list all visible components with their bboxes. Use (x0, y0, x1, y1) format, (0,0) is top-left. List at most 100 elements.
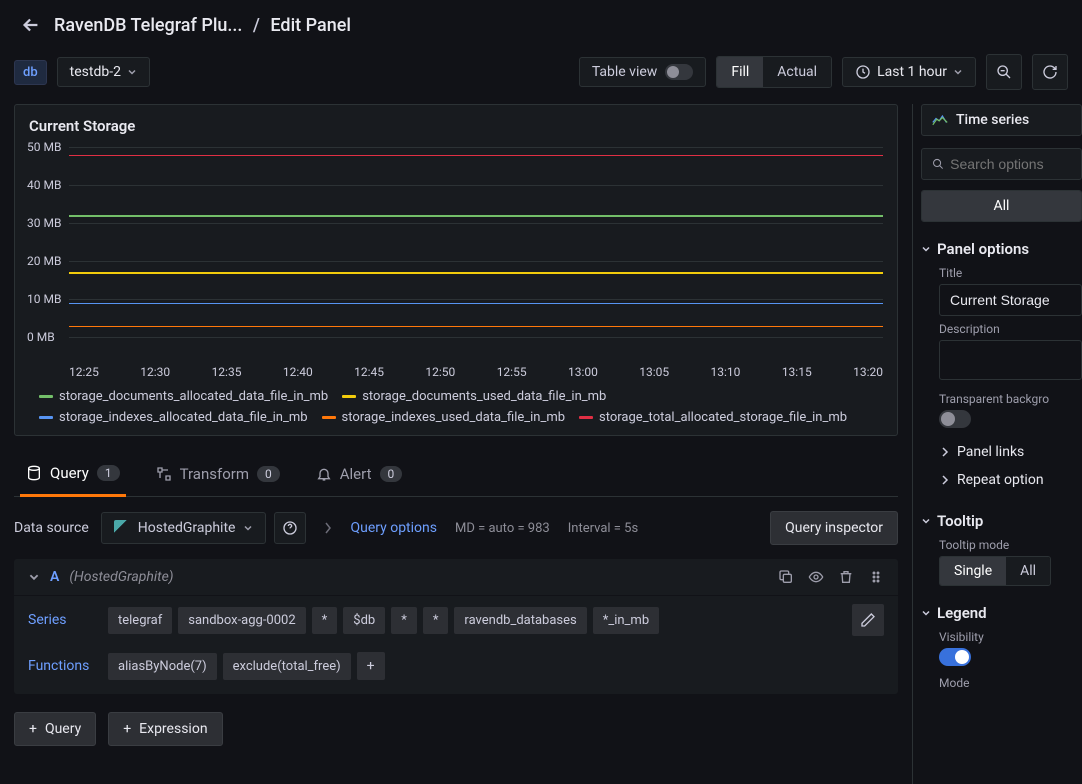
chevron-right-icon (941, 475, 949, 485)
mode-label: Mode (939, 676, 1082, 690)
x-tick-label: 12:30 (140, 365, 170, 379)
clock-icon (855, 64, 871, 80)
function-segment[interactable]: exclude(total_free) (223, 653, 351, 680)
refresh-button[interactable] (1032, 54, 1068, 90)
time-range-picker[interactable]: Last 1 hour (842, 57, 976, 87)
title-label: Title (939, 266, 1082, 280)
legend-swatch (322, 416, 336, 419)
series-segment[interactable]: * (312, 607, 338, 634)
query-letter[interactable]: A (50, 569, 59, 585)
y-tick-label: 50 MB (27, 140, 61, 154)
datasource-help-button[interactable] (274, 512, 306, 544)
search-options-input[interactable] (921, 148, 1082, 180)
legend-visibility-toggle[interactable] (939, 648, 971, 666)
repeat-options-row[interactable]: Repeat option (921, 466, 1082, 494)
y-tick-label: 10 MB (27, 292, 61, 306)
series-line (69, 272, 883, 274)
x-tick-label: 12:25 (69, 365, 99, 379)
raw-query-toggle[interactable] (852, 604, 884, 636)
legend-swatch (579, 416, 593, 419)
chevron-down-icon (921, 516, 931, 526)
trash-icon[interactable] (838, 569, 854, 585)
section-panel-options[interactable]: Panel options (921, 240, 1082, 258)
database-icon (26, 465, 42, 481)
add-expression-button[interactable]: +Expression (108, 712, 222, 746)
tab-transform[interactable]: Transform 0 (150, 454, 286, 496)
db-variable-badge[interactable]: db (14, 60, 47, 85)
series-segment[interactable]: * (391, 607, 417, 634)
tab-query[interactable]: Query 1 (20, 454, 126, 497)
series-segment[interactable]: sandbox-agg-0002 (178, 607, 305, 634)
query-tabs: Query 1 Transform 0 Alert 0 (14, 436, 898, 497)
eye-icon[interactable] (808, 569, 824, 585)
series-segment[interactable]: $db (343, 607, 385, 634)
breadcrumb: RavenDB Telegraf Plu... / Edit Panel (54, 15, 351, 36)
chevron-down-icon[interactable] (28, 571, 40, 583)
x-tick-label: 13:05 (639, 365, 669, 379)
add-query-button[interactable]: +Query (14, 712, 96, 746)
series-segment[interactable]: *_in_mb (593, 607, 659, 634)
chevron-down-icon (921, 608, 931, 618)
graphite-logo-icon (114, 520, 130, 536)
panel-links-row[interactable]: Panel links (921, 438, 1082, 466)
back-arrow-icon[interactable] (20, 14, 42, 36)
query-ds-hint: (HostedGraphite) (69, 569, 173, 585)
chart-legend: storage_documents_allocated_data_file_in… (39, 389, 883, 425)
query-block-a: A (HostedGraphite) Series telegrafsandbo… (14, 559, 898, 694)
legend-item[interactable]: storage_documents_used_data_file_in_mb (342, 389, 606, 404)
legend-swatch (39, 416, 53, 419)
legend-item[interactable]: storage_indexes_allocated_data_file_in_m… (39, 410, 308, 425)
filter-all-tab[interactable]: All (922, 191, 1081, 221)
chevron-down-icon (127, 67, 137, 77)
tab-alert[interactable]: Alert 0 (310, 454, 409, 496)
actual-button[interactable]: Actual (763, 57, 831, 87)
legend-swatch (39, 395, 53, 398)
x-tick-label: 12:40 (283, 365, 313, 379)
title-input[interactable] (939, 284, 1082, 316)
legend-item[interactable]: storage_total_allocated_storage_file_in_… (579, 410, 847, 425)
series-line (69, 155, 883, 157)
query-options-link[interactable]: Query options (350, 520, 437, 536)
function-segment[interactable]: aliasByNode(7) (108, 653, 217, 680)
query-inspector-button[interactable]: Query inspector (770, 511, 898, 545)
tooltip-single[interactable]: Single (940, 557, 1006, 585)
chevron-down-icon (953, 67, 963, 77)
chevron-right-icon (941, 447, 949, 457)
series-segment[interactable]: * (423, 607, 449, 634)
description-label: Description (939, 322, 1082, 336)
tooltip-all[interactable]: All (1006, 557, 1050, 585)
fill-button[interactable]: Fill (717, 57, 763, 87)
x-tick-label: 12:45 (354, 365, 384, 379)
legend-item[interactable]: storage_indexes_used_data_file_in_mb (322, 410, 565, 425)
table-view-toggle[interactable]: Table view (579, 57, 707, 87)
x-tick-label: 12:50 (425, 365, 455, 379)
copy-icon[interactable] (778, 569, 794, 585)
visualization-picker[interactable]: Time series (921, 104, 1082, 136)
add-function-button[interactable]: + (357, 652, 385, 680)
legend-item[interactable]: storage_documents_allocated_data_file_in… (39, 389, 328, 404)
x-tick-label: 12:55 (497, 365, 527, 379)
series-segment[interactable]: ravendb_databases (454, 607, 586, 634)
breadcrumb-page: Edit Panel (270, 15, 351, 36)
x-tick-label: 13:10 (711, 365, 741, 379)
section-legend[interactable]: Legend (921, 604, 1082, 622)
drag-handle-icon[interactable] (868, 569, 884, 585)
datasource-select[interactable]: HostedGraphite (101, 512, 267, 544)
series-segment[interactable]: telegraf (108, 607, 172, 634)
db-variable-select[interactable]: testdb-2 (57, 57, 150, 87)
chart-plot-area[interactable]: 0 MB10 MB20 MB30 MB40 MB50 MB (69, 147, 883, 357)
transparent-toggle[interactable] (939, 410, 971, 428)
x-tick-label: 12:35 (212, 365, 242, 379)
bell-icon (316, 466, 332, 482)
visibility-label: Visibility (939, 630, 1082, 644)
description-input[interactable] (939, 340, 1082, 380)
breadcrumb-dashboard[interactable]: RavenDB Telegraf Plu... (54, 15, 242, 36)
datasource-label: Data source (14, 520, 89, 536)
x-tick-label: 13:20 (853, 365, 883, 379)
functions-key[interactable]: Functions (28, 658, 102, 674)
query-md: MD = auto = 983 (455, 521, 550, 536)
fit-mode-group: Fill Actual (716, 56, 832, 88)
series-key[interactable]: Series (28, 612, 102, 628)
section-tooltip[interactable]: Tooltip (921, 512, 1082, 530)
zoom-out-button[interactable] (986, 54, 1022, 90)
